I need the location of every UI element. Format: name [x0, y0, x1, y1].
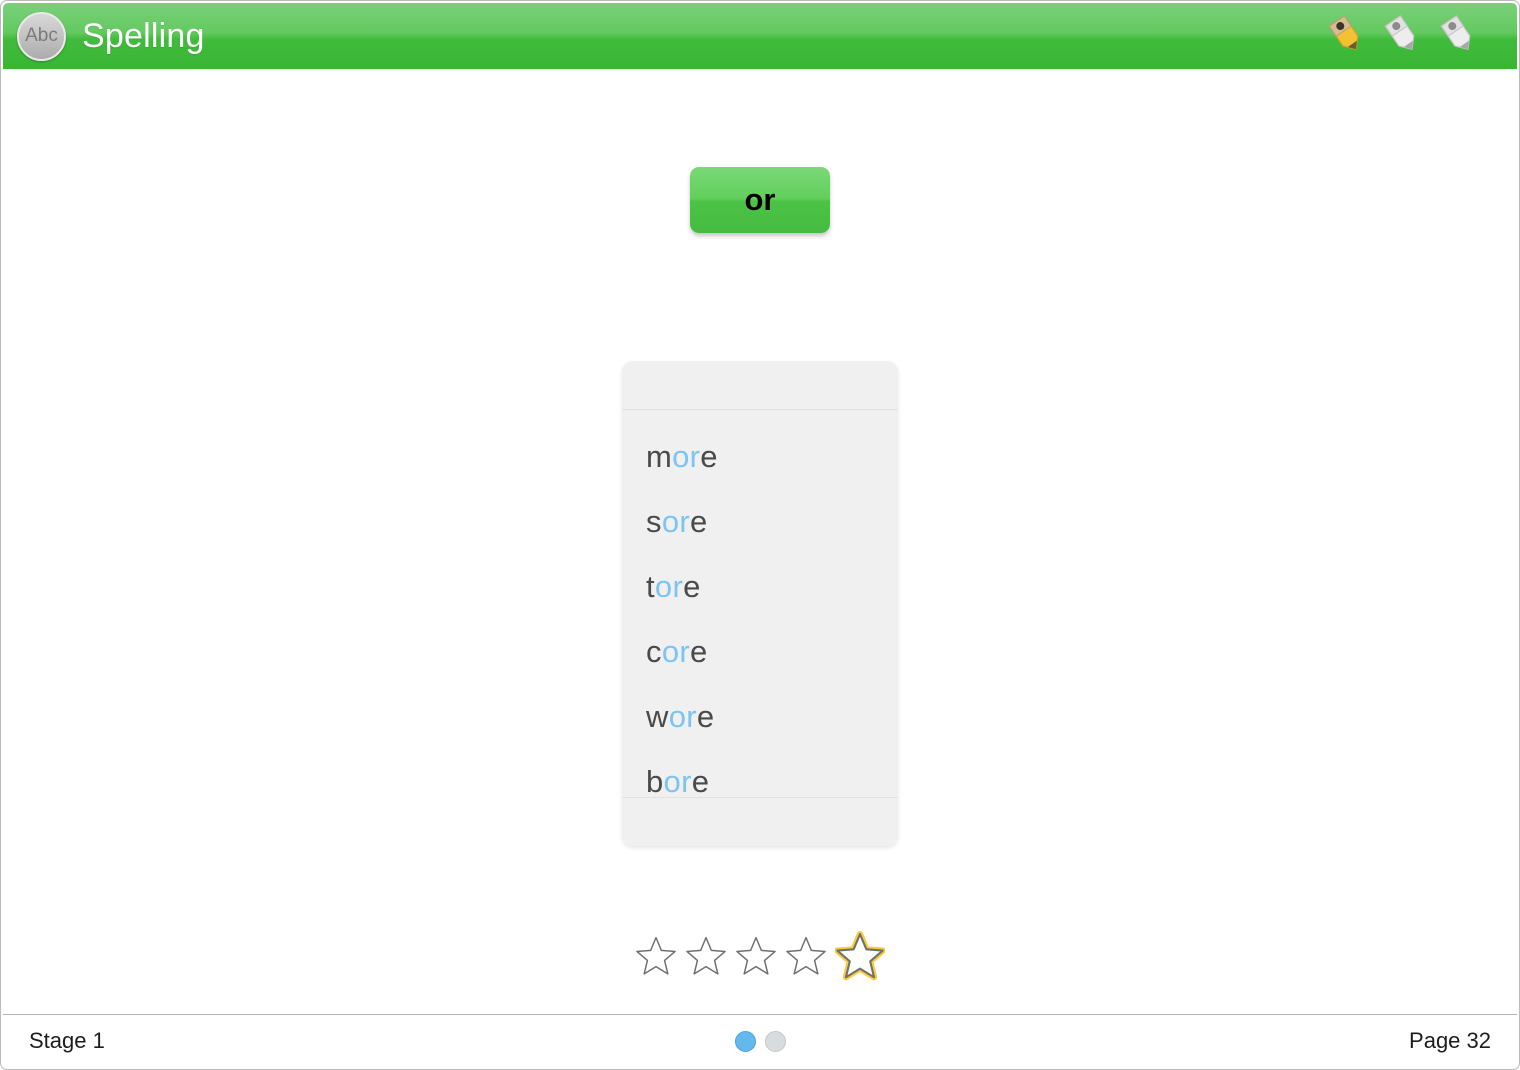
page-dot-1[interactable] [734, 1030, 756, 1052]
star-icon[interactable] [685, 935, 727, 977]
target-chunk-button[interactable]: or [690, 167, 830, 233]
pencil-tool-white-2[interactable] [1437, 12, 1481, 60]
word-suffix: e [700, 439, 718, 474]
word-list-panel: more sore tore core wore bore [622, 361, 898, 846]
star-icon[interactable] [785, 935, 827, 977]
word-suffix: e [696, 699, 715, 734]
status-bar: Stage 1 Page 32 [3, 1014, 1517, 1067]
app-header: Abc Spelling [3, 3, 1517, 69]
pencil-tool-yellow[interactable] [1325, 12, 1369, 60]
main-stage: or more sore tore core wore bore [3, 69, 1517, 1014]
word-item[interactable]: bore [646, 756, 898, 821]
page-dot-2[interactable] [764, 1030, 786, 1052]
word-item[interactable]: sore [646, 496, 898, 561]
word-suffix: e [691, 764, 710, 799]
word-prefix: w [646, 699, 669, 734]
word-highlight: or [661, 504, 690, 539]
pencil-tool-white-1[interactable] [1381, 12, 1425, 60]
page-title: Spelling [82, 16, 205, 55]
word-item[interactable]: wore [646, 691, 898, 756]
word-item[interactable]: tore [646, 561, 898, 626]
word-suffix: e [683, 569, 701, 604]
pencil-icon [1384, 15, 1415, 51]
spelling-app-window: Abc Spelling or more sore tore core wore… [0, 0, 1520, 1070]
word-item[interactable]: more [646, 431, 898, 496]
word-prefix: m [646, 439, 673, 474]
page-number-label: Page 32 [1409, 1028, 1491, 1053]
word-highlight: or [672, 439, 701, 474]
word-highlight: or [668, 699, 697, 734]
stage-label: Stage 1 [29, 1028, 105, 1053]
pencil-icon [1440, 15, 1471, 51]
word-list: more sore tore core wore bore [622, 409, 898, 799]
star-icon-highlighted[interactable] [835, 931, 885, 981]
star-icon[interactable] [635, 935, 677, 977]
word-suffix: e [689, 634, 708, 669]
word-prefix: s [646, 504, 662, 539]
word-prefix: t [646, 569, 655, 604]
word-highlight: or [663, 764, 692, 799]
star-icon[interactable] [735, 935, 777, 977]
target-chunk-label: or [744, 182, 776, 217]
page-dots [734, 1030, 786, 1052]
word-prefix: c [646, 634, 662, 669]
word-highlight: or [654, 569, 684, 604]
word-highlight: or [661, 634, 690, 669]
word-prefix: b [646, 764, 664, 799]
word-suffix: e [689, 504, 708, 539]
header-toolbar [1325, 12, 1501, 60]
abc-circle-icon: Abc [17, 11, 66, 61]
word-item[interactable]: core [646, 626, 898, 691]
star-rating [635, 931, 885, 981]
pencil-icon [1328, 15, 1359, 51]
abc-icon-label: Abc [25, 25, 58, 46]
